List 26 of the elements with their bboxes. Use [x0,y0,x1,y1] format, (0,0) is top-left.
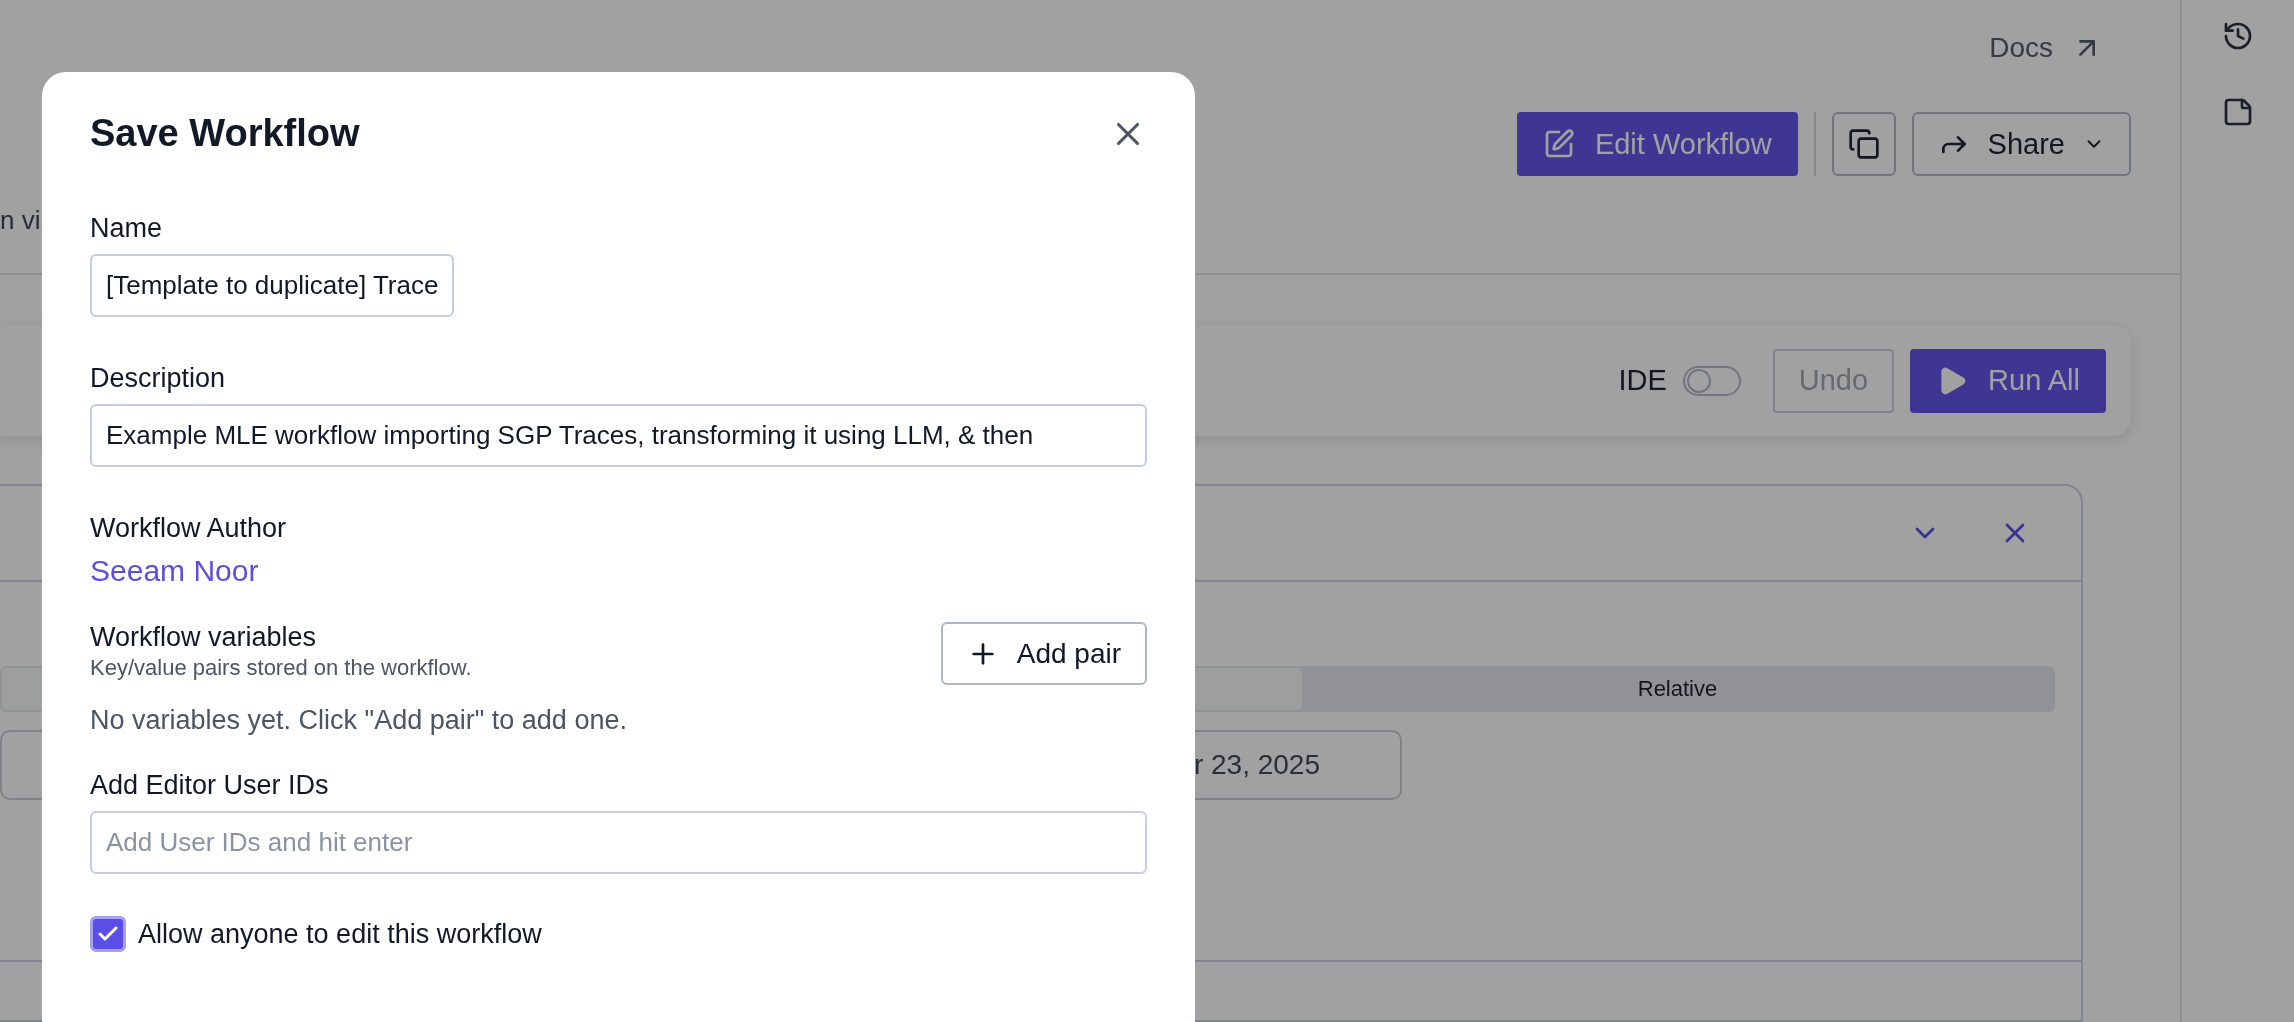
name-field[interactable]: [Template to duplicate] Trace [90,254,455,317]
editor-ids-field[interactable]: Add User IDs and hit enter [90,811,1147,874]
ide-label: IDE [1618,364,1667,397]
variables-hint: Key/value pairs stored on the workflow. [90,655,472,681]
description-label: Description [90,363,227,394]
description-text: n vi [0,205,41,236]
author-label: Workflow Author [90,513,288,544]
docs-link[interactable]: Docs [1989,32,2103,64]
share-button[interactable]: Share [1911,112,2131,176]
add-pair-button[interactable]: Add pair [940,622,1147,685]
run-all-button[interactable]: Run All [1910,348,2106,413]
note-icon[interactable] [2222,96,2254,128]
variables-label: Workflow variables [90,622,318,653]
empty-variables-text: No variables yet. Click "Add pair" to add one. [90,705,628,736]
history-icon[interactable] [2222,20,2254,52]
allow-edit-label: Allow anyone to edit this workflow [138,918,542,950]
description-field[interactable]: Example MLE workflow importing SGP Traces, transforming it using LLM, & then [90,404,1147,467]
editors-label: Add Editor User IDs [90,770,330,801]
edit-workflow-button[interactable]: Edit Workflow [1516,112,1798,176]
copy-icon [1847,128,1880,160]
author-link[interactable]: Seeam Noor [90,554,1147,588]
name-label: Name [90,213,164,244]
ide-toggle[interactable] [1682,365,1741,396]
dialog-title: Save Workflow [90,112,360,155]
allow-edit-checkbox[interactable] [90,916,126,952]
copy-button[interactable] [1831,112,1896,176]
